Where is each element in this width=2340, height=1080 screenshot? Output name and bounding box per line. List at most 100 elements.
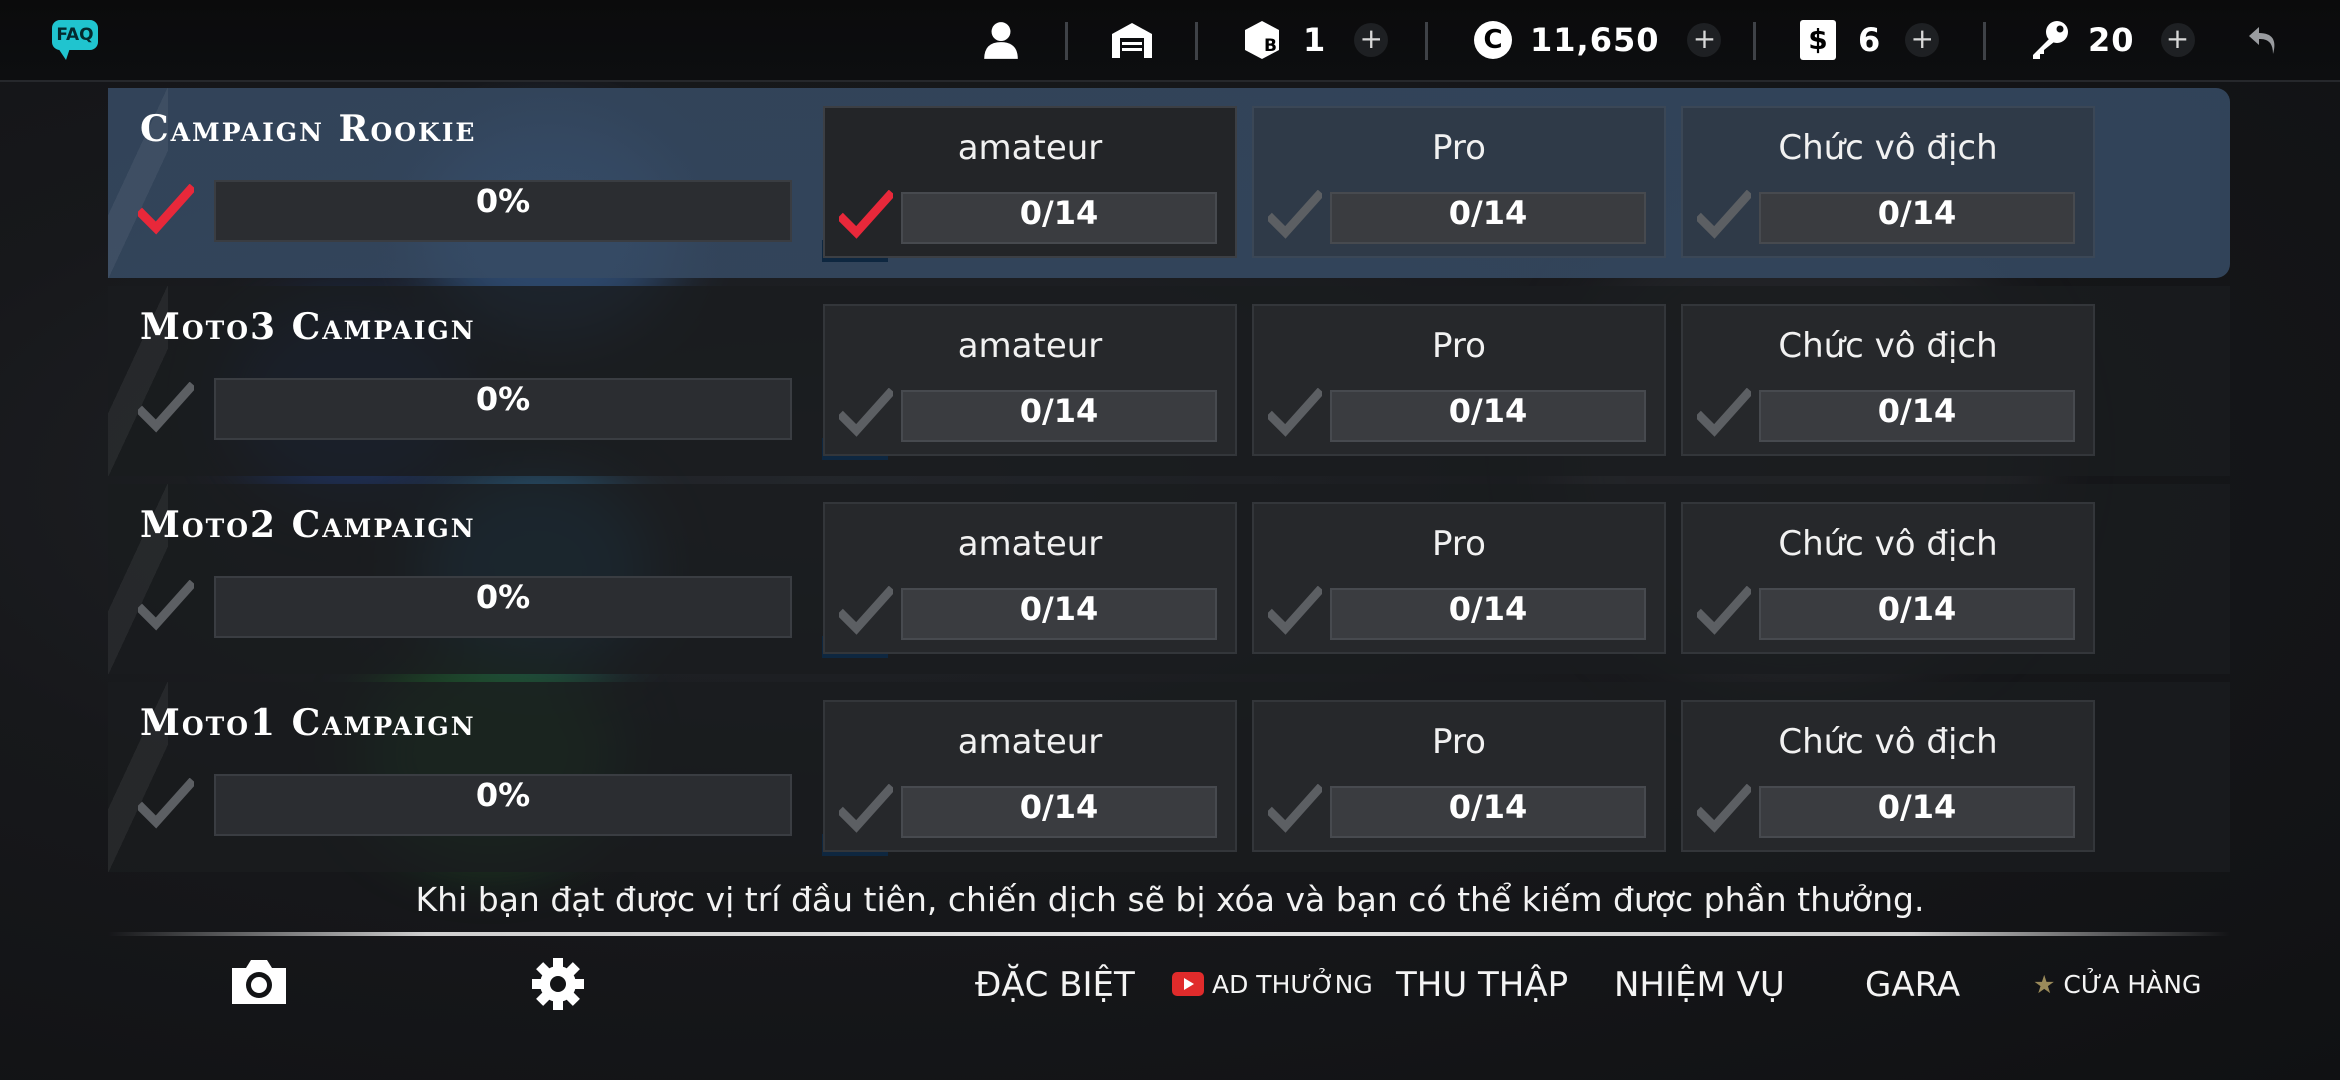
difficulty-card[interactable]: amateur 0/14 xyxy=(823,304,1237,456)
blueprint-count: 1 xyxy=(1303,21,1327,59)
difficulty-progress: 0/14 xyxy=(1759,390,2075,442)
coin-counter: C 11,650 + xyxy=(1474,12,1722,68)
top-bar: FAQ B 1 + C 11,650 + $ 6 + 20 + xyxy=(0,0,2340,82)
checkmark-icon xyxy=(1694,783,1754,838)
nav-shop[interactable]: ★ CỬA HÀNG xyxy=(2033,960,2201,1010)
cash-counter: $ 6 + xyxy=(1800,12,1940,68)
settings-button[interactable] xyxy=(530,956,594,1012)
star-icon: ★ xyxy=(2033,970,2056,999)
key-icon xyxy=(2033,21,2068,59)
checkmark-icon xyxy=(1694,585,1754,640)
nav-special[interactable]: ĐẶC BIỆT xyxy=(975,960,1135,1010)
campaign-title: Campaign Rookie xyxy=(140,108,477,150)
difficulty-label: Chức vô địch xyxy=(1778,128,1998,168)
nav-ad-reward[interactable]: AD THƯỞNG xyxy=(1172,960,1373,1010)
key-counter: 20 + xyxy=(2030,12,2195,68)
checkmark-icon xyxy=(836,387,896,442)
svg-text:B: B xyxy=(1264,36,1277,56)
difficulty-card[interactable]: Chức vô địch 0/14 xyxy=(1681,502,2095,654)
camera-icon xyxy=(232,960,286,1004)
checkmark-icon xyxy=(1265,585,1325,640)
nav-missions[interactable]: NHIỆM VỤ xyxy=(1614,960,1785,1010)
difficulty-label: amateur xyxy=(957,722,1103,762)
separator xyxy=(1195,22,1198,60)
campaign-hint-text: Khi bạn đạt được vị trí đầu tiên, chiến … xyxy=(415,880,1925,919)
nav-garage[interactable]: GARA xyxy=(1865,960,1960,1010)
nav-ad-reward-label: AD THƯỞNG xyxy=(1212,970,1373,999)
garage-icon xyxy=(1112,23,1152,58)
faq-button[interactable]: FAQ xyxy=(52,20,98,60)
difficulty-progress: 0/14 xyxy=(901,786,1217,838)
campaign-row[interactable]: Campaign Rookie 0%5amateur 0/14Pro 0/14C… xyxy=(108,88,2230,278)
difficulty-label: amateur xyxy=(957,128,1103,168)
difficulty-label: Pro xyxy=(1432,722,1486,762)
campaign-progress-bar: 0% xyxy=(214,378,792,440)
difficulty-card[interactable]: Chức vô địch 0/14 xyxy=(1681,700,2095,852)
checkmark-icon xyxy=(836,783,896,838)
difficulty-card[interactable]: Chức vô địch 0/14 xyxy=(1681,106,2095,258)
garage-top-button[interactable] xyxy=(1110,12,1154,68)
difficulty-progress: 0/14 xyxy=(1759,588,2075,640)
difficulty-card[interactable]: Pro 0/14 xyxy=(1252,700,1666,852)
difficulty-progress: 0/14 xyxy=(1330,192,1646,244)
nav-collect[interactable]: THU THẬP xyxy=(1396,960,1568,1010)
difficulty-label: amateur xyxy=(957,524,1103,564)
difficulty-progress: 0/14 xyxy=(901,588,1217,640)
checkmark-icon xyxy=(135,381,197,438)
separator xyxy=(1753,22,1756,60)
checkmark-icon xyxy=(135,579,197,636)
difficulty-label: Chức vô địch xyxy=(1778,326,1998,366)
separator xyxy=(1425,22,1428,60)
difficulty-card[interactable]: Chức vô địch 0/14 xyxy=(1681,304,2095,456)
campaign-title: Moto1 Campaign xyxy=(140,702,476,744)
youtube-icon xyxy=(1172,972,1204,996)
dollar-icon: $ xyxy=(1800,20,1836,60)
difficulty-progress: 0/14 xyxy=(1330,390,1646,442)
profile-icon xyxy=(984,22,1018,59)
difficulty-label: Pro xyxy=(1432,326,1486,366)
checkmark-icon xyxy=(1694,189,1754,244)
difficulty-progress: 0/14 xyxy=(1330,786,1646,838)
checkmark-icon xyxy=(1265,783,1325,838)
coin-icon: C xyxy=(1474,21,1512,59)
add-cash-button[interactable]: + xyxy=(1905,23,1940,57)
checkmark-icon xyxy=(1265,189,1325,244)
profile-button[interactable] xyxy=(980,12,1022,68)
campaign-progress-bar: 0% xyxy=(214,180,792,242)
add-keys-button[interactable]: + xyxy=(2160,23,2195,57)
difficulty-progress: 0/14 xyxy=(901,390,1217,442)
blueprint-box-icon: B xyxy=(1245,21,1279,59)
coin-count: 11,650 xyxy=(1530,21,1660,59)
checkmark-icon xyxy=(836,585,896,640)
back-button[interactable] xyxy=(2247,12,2281,68)
blueprint-counter: B 1 + xyxy=(1243,12,1389,68)
add-coins-button[interactable]: + xyxy=(1687,23,1722,57)
separator xyxy=(1065,22,1068,60)
checkmark-icon xyxy=(1265,387,1325,442)
add-blueprint-button[interactable]: + xyxy=(1354,23,1389,57)
campaign-progress-bar: 0% xyxy=(214,576,792,638)
difficulty-progress: 0/14 xyxy=(1759,192,2075,244)
difficulty-card[interactable]: Pro 0/14 xyxy=(1252,106,1666,258)
gear-icon xyxy=(532,958,584,1010)
campaign-row[interactable]: Moto3 Campaign 0%5amateur 0/14Pro 0/14Ch… xyxy=(108,286,2230,476)
nav-shop-label: CỬA HÀNG xyxy=(2063,970,2202,999)
difficulty-progress: 0/14 xyxy=(901,192,1217,244)
difficulty-label: amateur xyxy=(957,326,1103,366)
key-count: 20 xyxy=(2088,21,2135,59)
screenshot-button[interactable] xyxy=(228,956,292,1012)
checkmark-icon xyxy=(1694,387,1754,442)
campaign-row[interactable]: Moto2 Campaign 0%5amateur 0/14Pro 0/14Ch… xyxy=(108,484,2230,674)
checkmark-icon xyxy=(836,189,896,244)
difficulty-progress: 0/14 xyxy=(1759,786,2075,838)
difficulty-label: Pro xyxy=(1432,128,1486,168)
difficulty-card[interactable]: amateur 0/14 xyxy=(823,502,1237,654)
separator xyxy=(1983,22,1986,60)
campaign-row[interactable]: Moto1 Campaign 0%300amateur 0/14Pro 0/14… xyxy=(108,682,2230,872)
difficulty-card[interactable]: amateur 0/14 xyxy=(823,700,1237,852)
difficulty-card[interactable]: Pro 0/14 xyxy=(1252,304,1666,456)
difficulty-card[interactable]: Pro 0/14 xyxy=(1252,502,1666,654)
campaign-title: Moto3 Campaign xyxy=(140,306,476,348)
checkmark-icon xyxy=(135,777,197,834)
difficulty-card[interactable]: amateur 0/14 xyxy=(823,106,1237,258)
